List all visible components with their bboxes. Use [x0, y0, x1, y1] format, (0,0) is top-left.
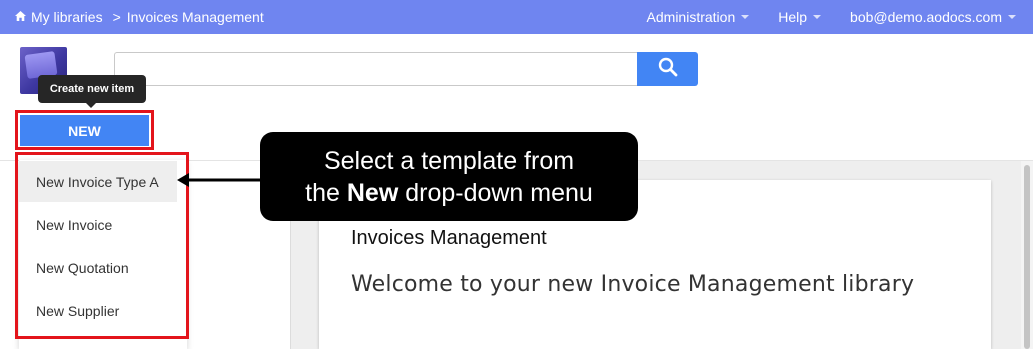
- chevron-down-icon: [813, 15, 822, 19]
- welcome-message: Welcome to your new Invoice Management l…: [351, 272, 915, 297]
- callout-line-1: Select a template from: [323, 146, 575, 175]
- callout-line-2: the New drop-down menu: [260, 177, 638, 209]
- help-menu[interactable]: Help: [778, 9, 822, 25]
- scrollbar-thumb[interactable]: [1024, 165, 1030, 349]
- user-menu-label: bob@demo.aodocs.com: [850, 9, 1002, 25]
- chevron-down-icon: [741, 15, 750, 19]
- scrollbar[interactable]: [1021, 161, 1033, 349]
- home-icon[interactable]: [14, 9, 27, 25]
- administration-menu-label: Administration: [646, 9, 736, 25]
- search-input[interactable]: [114, 52, 637, 86]
- breadcrumb: My libraries > Invoices Management: [14, 9, 264, 25]
- chevron-down-icon: [1008, 15, 1016, 19]
- callout-line-2-suffix: drop-down menu: [398, 178, 593, 207]
- user-menu[interactable]: bob@demo.aodocs.com: [850, 9, 1016, 25]
- search-icon: [658, 57, 678, 82]
- help-menu-label: Help: [778, 9, 808, 25]
- breadcrumb-current-library[interactable]: Invoices Management: [127, 9, 264, 25]
- breadcrumb-my-libraries[interactable]: My libraries: [31, 9, 103, 25]
- new-button[interactable]: NEW: [20, 115, 149, 146]
- callout-arrow-icon: [177, 173, 265, 187]
- instruction-callout: Select a template from the New drop-down…: [260, 132, 638, 221]
- callout-line-2-prefix: the: [305, 178, 347, 207]
- callout-new-emphasis: New: [346, 178, 399, 207]
- create-new-item-tooltip: Create new item: [38, 75, 146, 108]
- top-bar: My libraries > Invoices Management Admin…: [0, 0, 1033, 34]
- library-title: Invoices Management: [351, 227, 547, 249]
- breadcrumb-separator: >: [112, 9, 121, 25]
- dropdown-highlight: [15, 152, 189, 339]
- search-button[interactable]: [637, 52, 698, 86]
- top-nav: Administration Help bob@demo.aodocs.com: [647, 9, 1033, 25]
- administration-menu[interactable]: Administration: [647, 9, 750, 25]
